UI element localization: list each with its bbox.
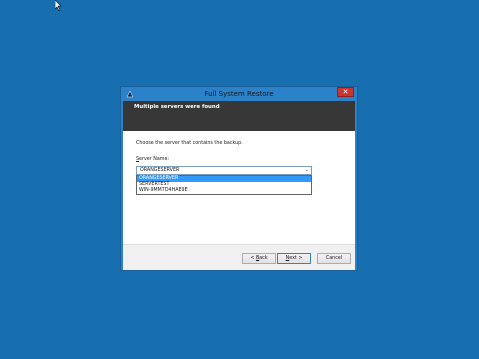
wizard-header: Multiple servers were found bbox=[123, 101, 355, 131]
next-button[interactable]: Next > bbox=[277, 253, 311, 264]
server-name-label: Server Name: bbox=[136, 157, 170, 162]
wizard-footer: < Back Next > Cancel bbox=[123, 244, 355, 270]
server-name-selected-value: ORANGESERVER bbox=[140, 168, 180, 173]
instruction-text: Choose the server that contains the back… bbox=[136, 141, 243, 146]
desktop-background: Full System Restore ✕ Multiple servers w… bbox=[0, 0, 479, 359]
server-name-select[interactable]: ORANGESERVER ⌄ bbox=[136, 166, 312, 175]
window-title: Full System Restore bbox=[204, 90, 274, 98]
dropdown-option-win-9mm7d4hae9e[interactable]: WIN-9MM7D4HAE9E bbox=[137, 188, 311, 194]
server-name-dropdown-list[interactable]: ORANGESERVER SERVERTEST WIN-9MM7D4HAE9E bbox=[136, 175, 312, 195]
full-system-restore-dialog: Full System Restore ✕ Multiple servers w… bbox=[120, 86, 358, 271]
title-bar[interactable]: Full System Restore ✕ bbox=[121, 87, 357, 101]
page-heading: Multiple servers were found bbox=[134, 104, 220, 110]
back-button[interactable]: < Back bbox=[242, 253, 276, 264]
wizard-content: Choose the server that contains the back… bbox=[123, 131, 355, 244]
mouse-cursor-icon bbox=[55, 0, 62, 11]
close-icon: ✕ bbox=[342, 88, 349, 96]
close-button[interactable]: ✕ bbox=[337, 87, 354, 97]
chevron-down-icon[interactable]: ⌄ bbox=[305, 167, 309, 174]
cancel-button[interactable]: Cancel bbox=[317, 253, 351, 264]
